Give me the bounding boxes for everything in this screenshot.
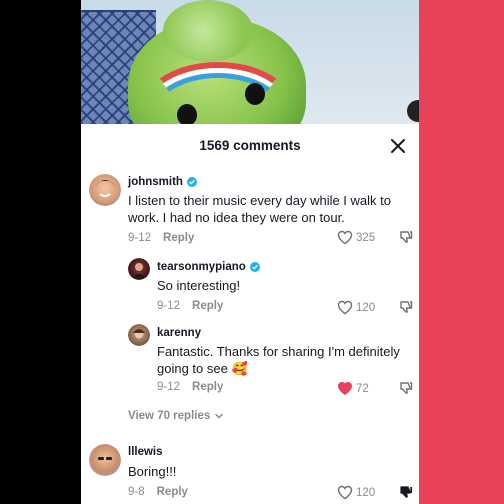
reply-button[interactable]: Reply [192, 381, 223, 393]
comment-meta: 9-12 Reply [157, 381, 223, 393]
comments-header: 1569 comments [81, 124, 419, 168]
comment-text-line: I listen to their music every day while … [128, 193, 391, 208]
comment-text-line: Fantastic. Thanks for sharing I'm defini… [157, 344, 400, 359]
balloon-eye [245, 83, 265, 105]
dislike-icon[interactable] [399, 381, 413, 395]
comment-meta: 9-8 Reply [128, 486, 188, 498]
like-count: 120 [356, 486, 376, 499]
username-text: karenny [157, 327, 202, 339]
comments-sheet: 1569 comments johnsmith I listen to thei… [81, 124, 419, 504]
like-button[interactable]: 72 [337, 381, 369, 396]
reply-item: tearsonmypiano So interesting! 9-12 Reply… [81, 258, 419, 318]
comment-item: johnsmith I listen to their music every … [81, 172, 419, 252]
comment-text-line: going to see 🥰 [157, 361, 248, 376]
comment-text-line: work. I had no idea they were on tour. [128, 210, 345, 225]
like-button[interactable]: 120 [337, 300, 375, 315]
comment-date: 9-12 [157, 300, 181, 312]
close-icon[interactable] [389, 137, 407, 155]
comment-meta: 9-12 Reply [128, 232, 194, 244]
dislike-icon[interactable] [399, 300, 413, 314]
balloon-eye [177, 104, 197, 124]
view-replies-button[interactable]: View 70 replies [128, 410, 224, 422]
comment-username[interactable]: johnsmith [128, 176, 197, 188]
comment-text: I listen to their music every day while … [128, 192, 418, 226]
dislike-icon[interactable] [399, 230, 413, 244]
comment-meta: 9-12 Reply [157, 300, 223, 312]
comment-username[interactable]: lllewis [128, 446, 163, 458]
verified-badge-icon [186, 177, 197, 187]
comment-date: 9-8 [128, 486, 145, 498]
like-count: 72 [356, 382, 369, 395]
reply-button[interactable]: Reply [163, 232, 194, 244]
heart-outline-icon [337, 300, 353, 315]
comment-text: Boring!!! [128, 464, 177, 479]
avatar[interactable] [128, 258, 150, 280]
avatar[interactable] [128, 324, 150, 346]
left-background [0, 0, 81, 504]
avatar[interactable] [89, 444, 121, 476]
like-count: 325 [356, 231, 376, 244]
comment-item: lllewis Boring!!! 9-8 Reply 120 [81, 442, 419, 504]
username-text: lllewis [128, 446, 163, 458]
comment-text: Fantastic. Thanks for sharing I'm defini… [157, 343, 417, 377]
comment-username[interactable]: karenny [157, 327, 201, 339]
avatar[interactable] [89, 174, 121, 206]
video-preview[interactable] [81, 0, 419, 124]
chevron-down-icon [215, 413, 224, 419]
verified-badge-icon [249, 262, 260, 272]
username-text: tearsonmypiano [157, 261, 246, 273]
reply-button[interactable]: Reply [192, 300, 223, 312]
right-background [419, 0, 504, 504]
reply-button[interactable]: Reply [157, 486, 188, 498]
like-count: 120 [356, 301, 376, 314]
heart-outline-icon [337, 485, 353, 500]
comment-date: 9-12 [157, 381, 181, 393]
comment-username[interactable]: tearsonmypiano [157, 261, 260, 273]
comments-count-title: 1569 comments [199, 138, 301, 153]
dislike-filled-icon[interactable] [399, 485, 413, 499]
comment-text: So interesting! [157, 278, 241, 293]
like-button[interactable]: 325 [337, 230, 375, 245]
username-text: johnsmith [128, 176, 183, 188]
comment-date: 9-12 [128, 232, 152, 244]
reply-item: karenny Fantastic. Thanks for sharing I'… [81, 324, 419, 400]
like-button[interactable]: 120 [337, 485, 375, 500]
balloon-ball [407, 100, 419, 122]
view-replies-label: View 70 replies [128, 410, 211, 422]
phone-screen: 1569 comments johnsmith I listen to thei… [81, 0, 419, 504]
heart-outline-icon [337, 230, 353, 245]
heart-filled-icon [337, 381, 353, 396]
balloon-head [163, 0, 253, 62]
